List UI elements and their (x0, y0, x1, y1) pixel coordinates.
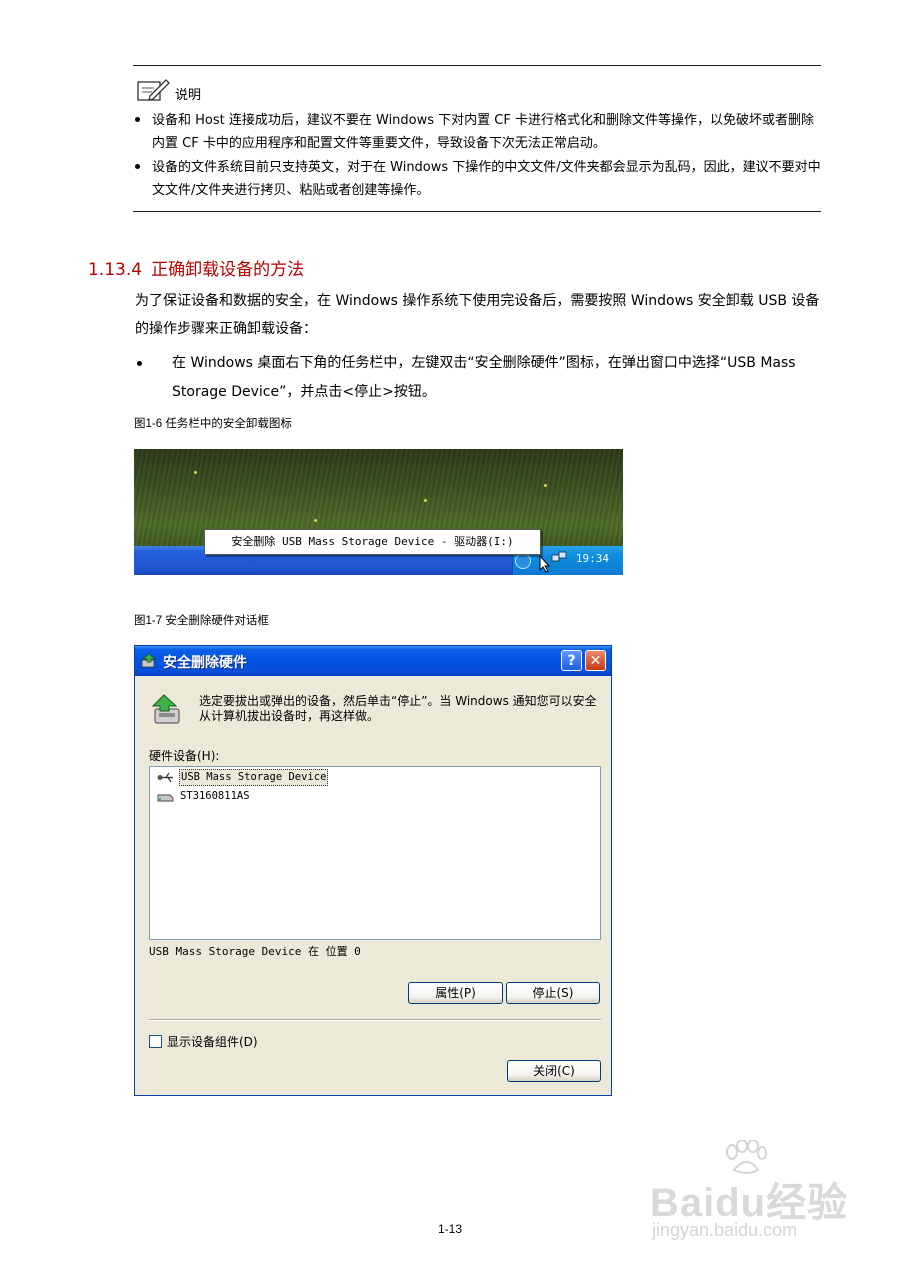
note-bullet-text: 设备和 Host 连接成功后，建议不要在 Windows 下对内置 CF 卡进行… (152, 113, 814, 151)
watermark-url: jingyan.baidu.com (652, 1220, 798, 1240)
step-text: 在 Windows 桌面右下角的任务栏中，左键双击“安全删除硬件”图标，在弹出窗… (172, 355, 796, 400)
note-title: 说明 (175, 88, 202, 103)
safely-remove-tooltip: 安全删除 USB Mass Storage Device - 驱动器(I:) (204, 529, 541, 555)
section-heading: 1.13.4 正确卸载设备的方法 (88, 255, 304, 280)
page-number: 1-13 (438, 1222, 463, 1236)
bullet-dot (135, 164, 140, 169)
network-icon[interactable] (551, 551, 567, 565)
safely-remove-hardware-dialog: 安全删除硬件 ? ✕ 选定要拔出或弹出的设备，然后单击“停止”。当 Window… (134, 645, 612, 1096)
hardware-title-icon (141, 653, 156, 668)
show-components-checkbox[interactable] (149, 1035, 162, 1048)
wallpaper-flower (424, 499, 427, 502)
note-bottom-rule (133, 211, 821, 212)
bullet-dot (135, 117, 140, 122)
note-bullet-2: 设备的文件系统目前只支持英文，对于在 Windows 下操作的中文文件/文件夹都… (135, 156, 825, 202)
device-location: USB Mass Storage Device 在 位置 0 (149, 945, 361, 958)
dialog-instructions: 选定要拔出或弹出的设备，然后单击“停止”。当 Windows 通知您可以安全从计… (199, 694, 597, 723)
note-bullet-text: 设备的文件系统目前只支持英文，对于在 Windows 下操作的中文文件/文件夹都… (152, 160, 821, 198)
usb-icon (157, 772, 173, 783)
stop-button[interactable]: 停止(S) (506, 982, 600, 1004)
section-paragraph: 为了保证设备和数据的安全，在 Windows 操作系统下使用完设备后，需要按照 … (135, 293, 820, 337)
device-name: ST3160811AS (180, 790, 250, 802)
hard-disk-icon (157, 794, 174, 802)
note-pencil-icon (137, 79, 170, 101)
taskbar-screenshot: 19:34 安全删除 USB Mass Storage Device - 驱动器… (134, 449, 623, 575)
dialog-title: 安全删除硬件 (163, 655, 247, 671)
hardware-devices-label: 硬件设备(H): (149, 749, 220, 763)
help-button[interactable]: ? (561, 650, 582, 671)
hardware-devices-list[interactable]: USB Mass Storage Device ST3160811AS (149, 766, 601, 940)
properties-button[interactable]: 属性(P) (408, 982, 503, 1004)
baidu-watermark: Baidu经验 jingyan.baidu.com (640, 1140, 855, 1245)
device-name: USB Mass Storage Device (179, 769, 329, 786)
show-components-label[interactable]: 显示设备组件(D) (167, 1033, 258, 1050)
step-item: 在 Windows 桌面右下角的任务栏中，左键双击“安全删除硬件”图标，在弹出窗… (135, 349, 825, 407)
wallpaper-flower (544, 484, 547, 487)
taskbar-clock: 19:34 (575, 552, 609, 565)
figure-2-caption: 图1-7 安全删除硬件对话框 (134, 615, 269, 627)
figure-1-caption: 图1-6 任务栏中的安全卸载图标 (134, 418, 292, 430)
note-bullet-1: 设备和 Host 连接成功后，建议不要在 Windows 下对内置 CF 卡进行… (135, 109, 825, 155)
dialog-separator (149, 1019, 601, 1021)
mouse-cursor-icon (539, 555, 551, 573)
wallpaper-flower (314, 519, 317, 522)
title-close-button[interactable]: ✕ (585, 650, 606, 671)
section-title: 正确卸载设备的方法 (151, 260, 305, 280)
bullet-dot (137, 361, 142, 366)
safely-remove-hardware-icon (151, 694, 180, 724)
safely-remove-hardware-icon[interactable] (515, 553, 531, 569)
wallpaper-flower (194, 471, 197, 474)
section-number: 1.13.4 (88, 260, 143, 280)
note-top-rule (133, 65, 821, 66)
close-button[interactable]: 关闭(C) (507, 1060, 601, 1082)
